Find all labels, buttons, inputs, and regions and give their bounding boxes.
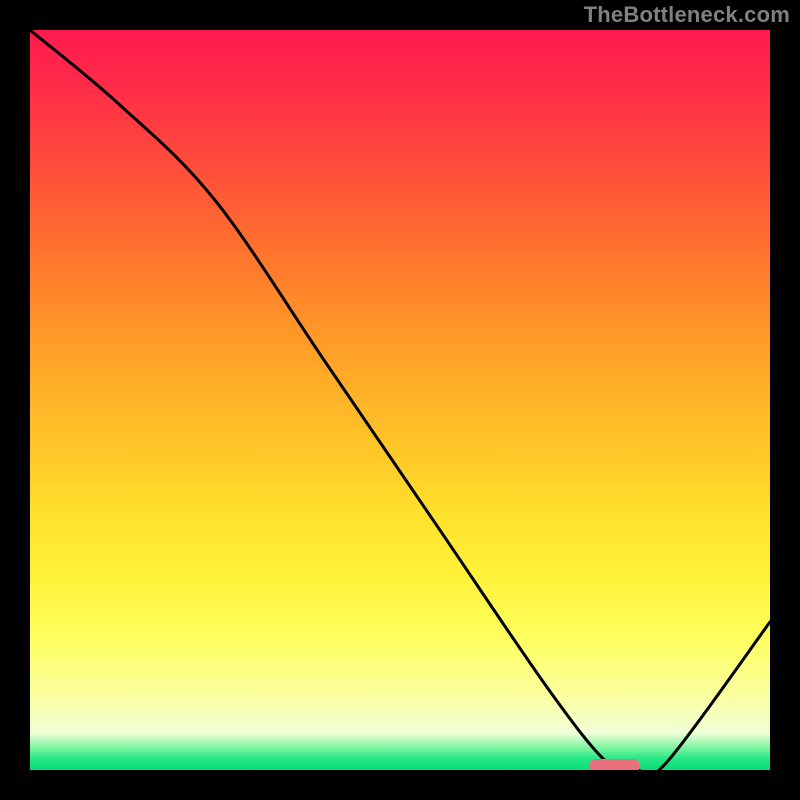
watermark-text: TheBottleneck.com: [584, 2, 790, 28]
plot-area: [30, 30, 770, 770]
line-curve: [30, 30, 770, 770]
optimal-marker: [589, 759, 641, 770]
chart-frame: TheBottleneck.com: [0, 0, 800, 800]
